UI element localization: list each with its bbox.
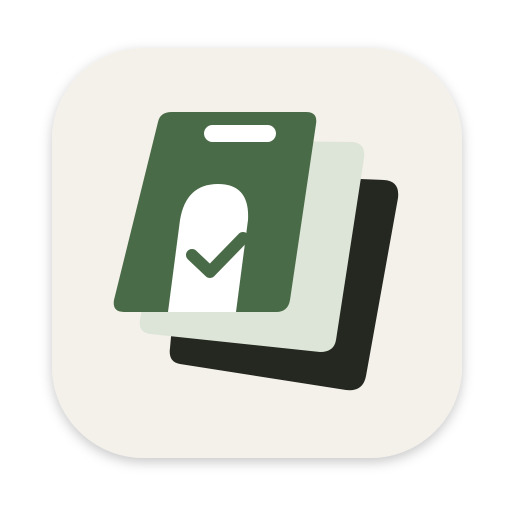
card-slot-icon xyxy=(204,125,276,142)
app-icon xyxy=(52,48,462,458)
app-icon-canvas xyxy=(0,0,512,512)
